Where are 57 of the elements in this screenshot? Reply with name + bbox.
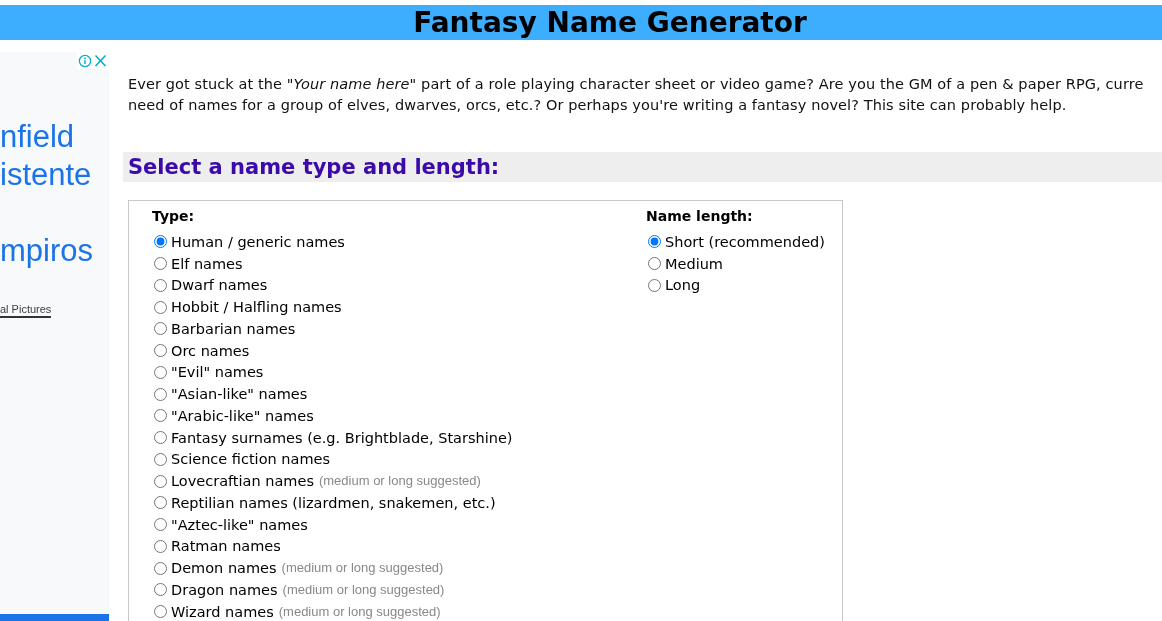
hint-text: (medium or long suggested) (281, 560, 444, 577)
option-label[interactable]: Demon names (171, 559, 277, 578)
radio-button[interactable] (648, 257, 661, 271)
radio-button[interactable] (154, 452, 167, 466)
option-label[interactable]: Lovecraftian names (171, 472, 314, 491)
radio-button[interactable] (154, 474, 167, 488)
ad-text: istente (0, 156, 92, 194)
option-label[interactable]: "Asian-like" names (171, 385, 308, 404)
radio-button[interactable] (154, 583, 167, 597)
radio-button[interactable] (154, 518, 167, 532)
option-label[interactable]: Wizard names (171, 602, 274, 621)
option-label[interactable]: Elf names (171, 254, 243, 273)
radio-button[interactable] (154, 300, 167, 314)
ad-text: nfield (0, 118, 75, 156)
hint-text: (medium or long suggested) (282, 581, 445, 598)
radio-button[interactable] (648, 278, 661, 292)
radio-button[interactable] (154, 344, 167, 358)
radio-button[interactable] (154, 278, 167, 292)
radio-button[interactable] (154, 322, 167, 336)
radio-button[interactable] (154, 431, 167, 445)
option-label[interactable]: Ratman names (171, 537, 281, 556)
type-label: Type: (152, 207, 195, 225)
option-label[interactable]: Short (recommended) (665, 232, 825, 251)
option-label[interactable]: Hobbit / Halfling names (171, 298, 342, 317)
radio-button[interactable] (154, 496, 167, 510)
info-icon[interactable] (77, 52, 93, 69)
option-label[interactable]: Dwarf names (171, 276, 268, 295)
radio-button[interactable] (648, 235, 661, 249)
hint-text: (medium or long suggested) (318, 473, 481, 490)
option-label[interactable]: Long (665, 276, 701, 295)
radio-button[interactable] (154, 235, 167, 249)
option-label[interactable]: Science fiction names (171, 450, 330, 469)
radio-button[interactable] (154, 409, 167, 423)
name-length-label: Name length: (646, 207, 753, 225)
ad-credit-link[interactable]: al Pictures (0, 303, 52, 318)
option-label[interactable]: Reptilian names (lizardmen, snakemen, etc.) (171, 493, 496, 512)
ad-text: mpiros (0, 232, 93, 270)
section-heading: Select a name type and length: (123, 152, 1162, 182)
page-title: Fantasy Name Generator (413, 5, 807, 40)
radio-button[interactable] (154, 257, 167, 271)
radio-button[interactable] (154, 539, 167, 553)
radio-button[interactable] (154, 561, 167, 575)
option-label[interactable]: Barbarian names (171, 319, 296, 338)
option-label[interactable]: Medium (665, 254, 723, 273)
intro-paragraph: Ever got stuck at the "Your name here" part of a role playing character sheet or video game? Are you the GM of a pen & paper RPG, curre need of names for a group of elves, dwarves, orcs, etc.? Or perhaps you're writing a fantasy novel? This site can probably help. (128, 75, 1144, 115)
radio-button[interactable] (154, 365, 167, 379)
close-icon[interactable] (93, 52, 108, 69)
option-label[interactable]: Dragon names (171, 580, 278, 599)
option-label[interactable]: Human / generic names (171, 232, 345, 251)
option-label[interactable]: "Arabic-like" names (171, 406, 314, 425)
option-label[interactable]: Orc names (171, 341, 250, 360)
option-label[interactable]: "Evil" names (171, 363, 264, 382)
option-label[interactable]: Fantasy surnames (e.g. Brightblade, Starshine) (171, 428, 513, 447)
hint-text: (medium or long suggested) (278, 603, 441, 620)
option-label[interactable]: "Aztec-like" names (171, 515, 308, 534)
radio-button[interactable] (154, 387, 167, 401)
radio-button[interactable] (154, 605, 167, 619)
